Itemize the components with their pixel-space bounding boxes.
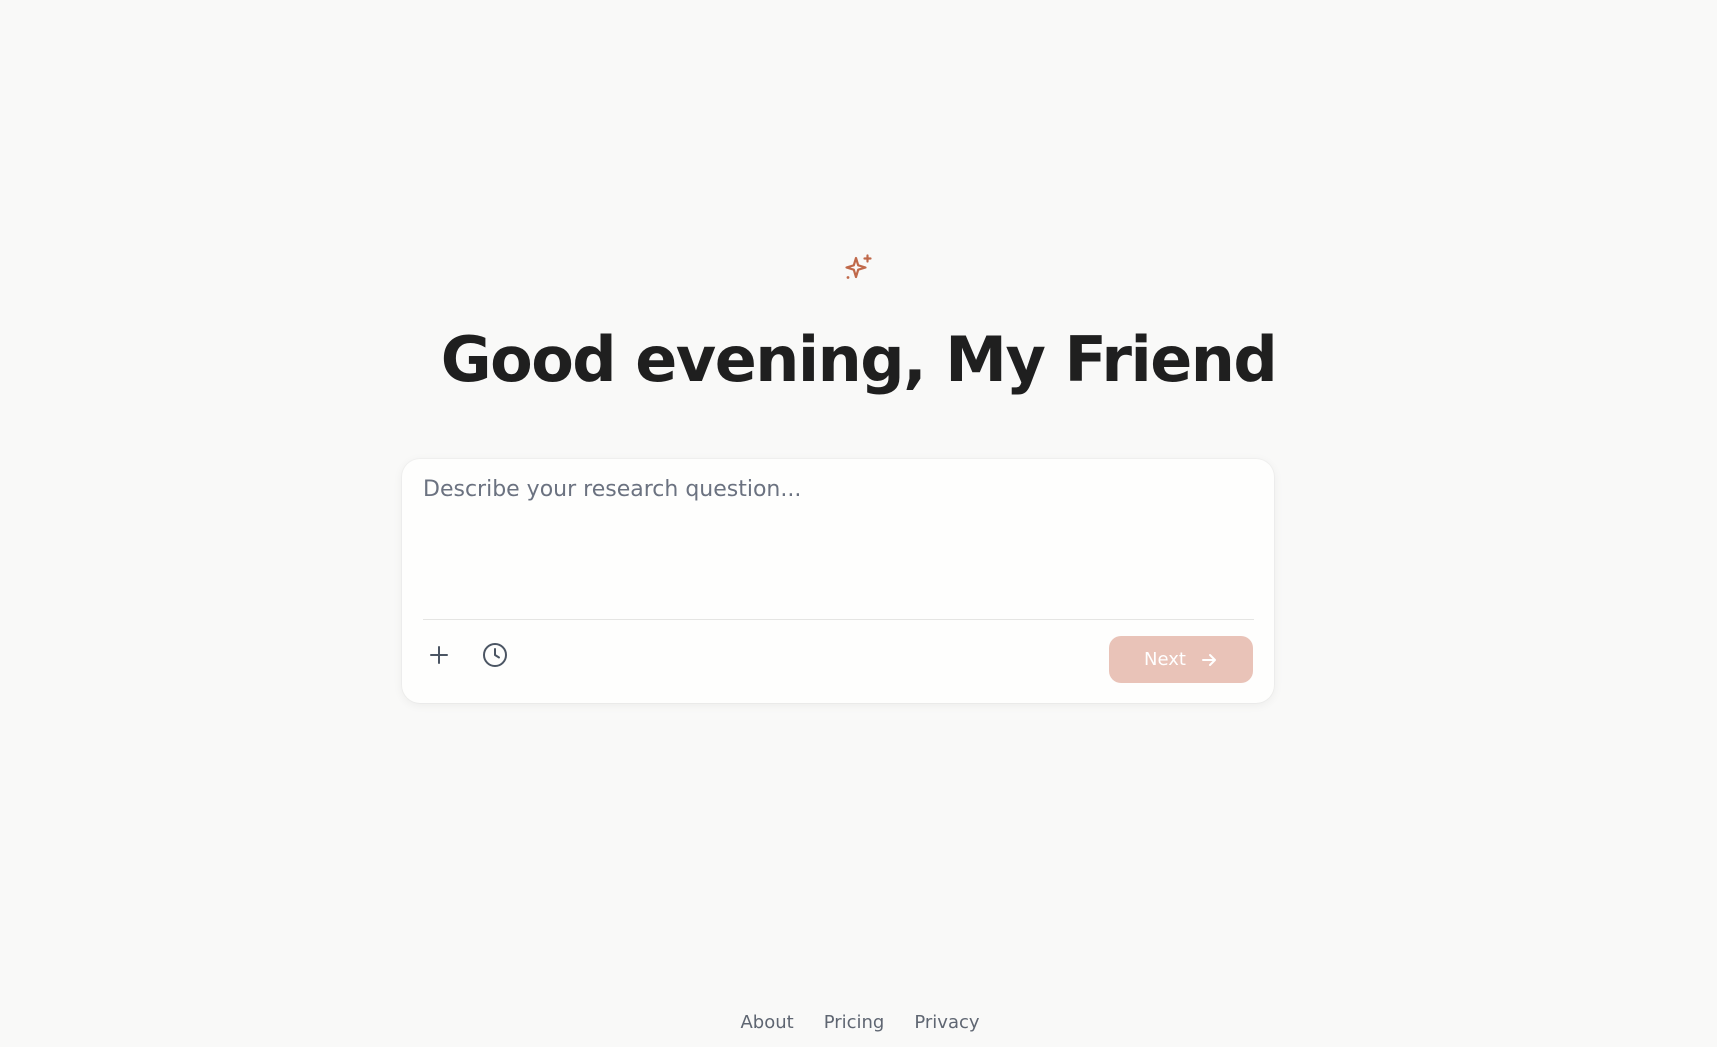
- next-button[interactable]: Next: [1109, 636, 1253, 683]
- hero: Good evening, My Friend: [0, 252, 1717, 394]
- arrow-right-icon: [1200, 651, 1218, 669]
- clock-icon: [482, 642, 508, 668]
- add-attachment-button[interactable]: [421, 637, 457, 673]
- home-page: Good evening, My Friend Next: [0, 0, 1717, 1047]
- composer-divider: [423, 619, 1254, 620]
- greeting-heading: Good evening, My Friend: [440, 323, 1278, 396]
- next-button-label: Next: [1144, 649, 1186, 670]
- sparkle-icon: [842, 252, 876, 286]
- footer-link-pricing[interactable]: Pricing: [824, 1012, 885, 1033]
- footer-link-about[interactable]: About: [740, 1012, 793, 1033]
- history-button[interactable]: [477, 637, 513, 673]
- footer-link-privacy[interactable]: Privacy: [914, 1012, 979, 1033]
- research-question-input[interactable]: [423, 477, 1249, 595]
- research-composer: Next: [402, 459, 1274, 703]
- plus-icon: [428, 644, 450, 666]
- footer-nav: About Pricing Privacy: [0, 1012, 1717, 1033]
